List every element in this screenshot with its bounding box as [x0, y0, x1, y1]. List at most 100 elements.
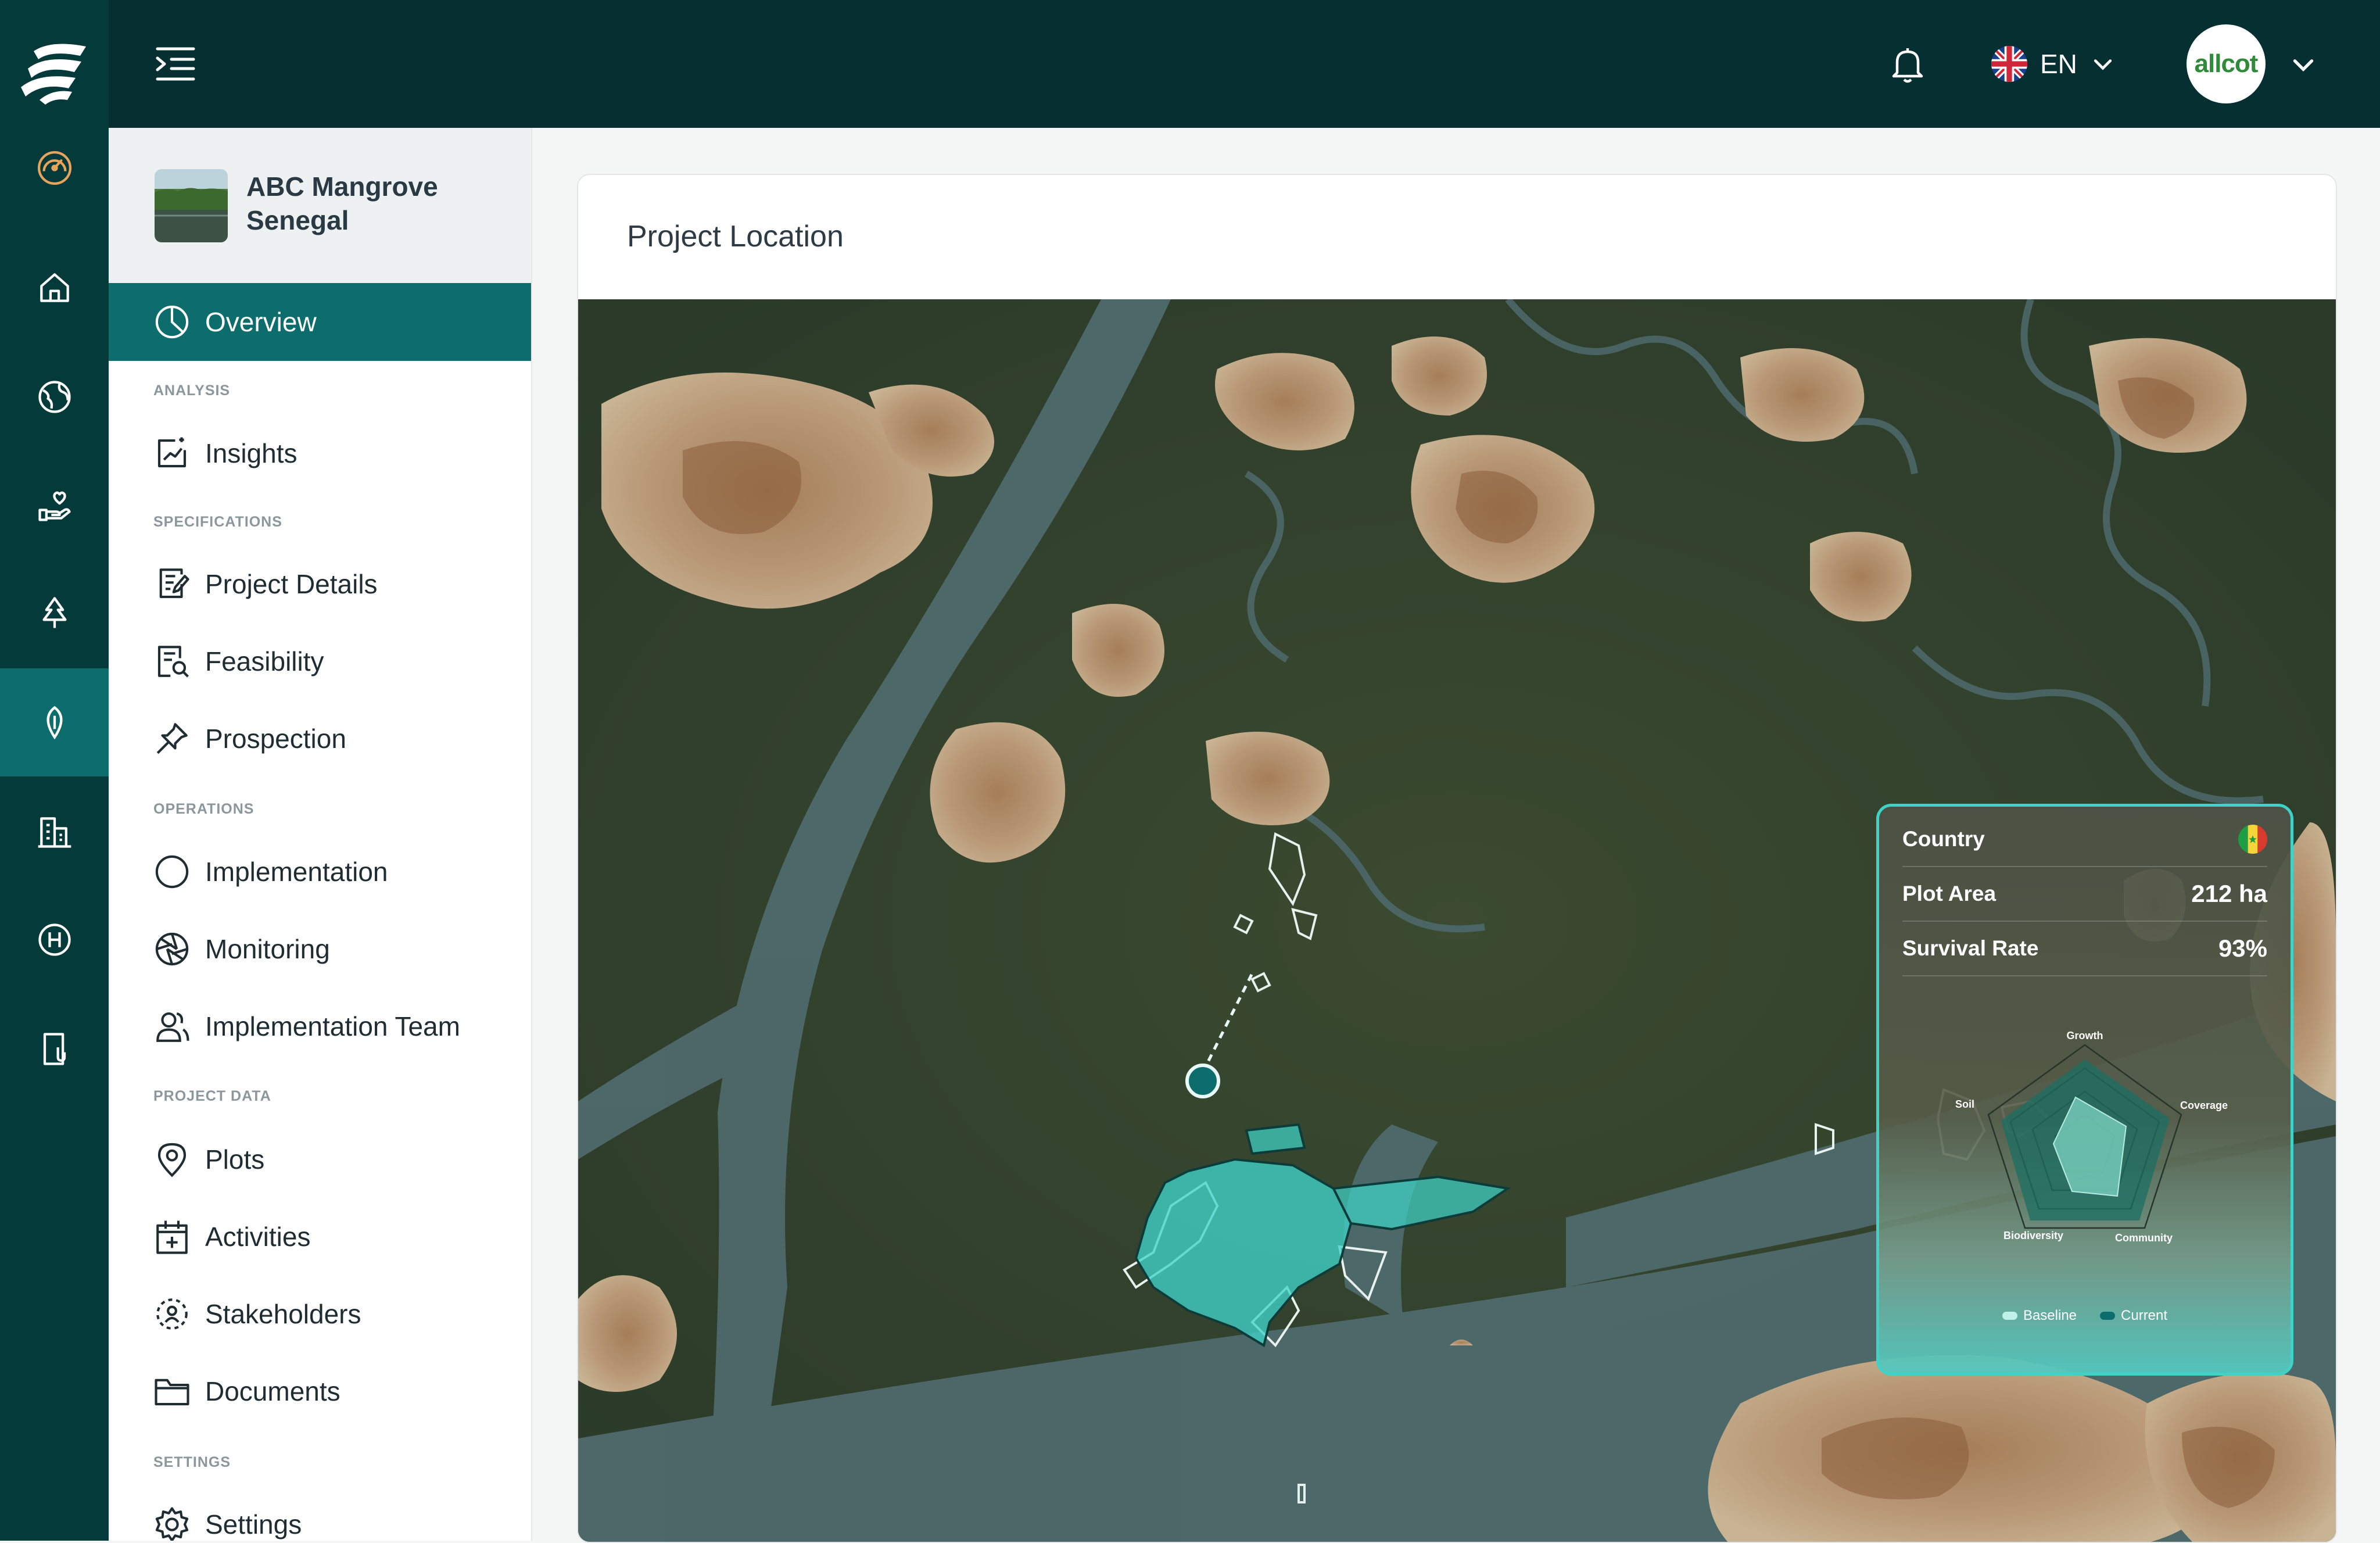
circle-icon	[155, 855, 189, 889]
nav-implementation-label: Implementation	[205, 857, 388, 887]
hand-heart-icon	[38, 491, 71, 521]
gauge-icon	[37, 151, 71, 185]
globe-icon	[38, 381, 71, 413]
menu-toggle-icon[interactable]	[155, 45, 196, 83]
language-label: EN	[2040, 49, 2077, 79]
rail-home[interactable]	[0, 234, 109, 342]
nav-implementation-team[interactable]: Implementation Team	[109, 994, 531, 1058]
brand-logo-icon[interactable]	[16, 40, 93, 106]
radar-legend: Baseline Current	[1879, 1308, 2291, 1324]
nav-activities-label: Activities	[205, 1222, 311, 1252]
popup-survival-rate-row: Survival Rate 93%	[1902, 922, 2267, 976]
building-icon	[38, 817, 71, 848]
rail-hand-heart[interactable]	[0, 451, 109, 559]
hydrogen-icon	[38, 923, 71, 956]
plot-info-popup: Country Plot Area 212 ha Survival Rate 9…	[1876, 804, 2293, 1376]
nav-monitoring[interactable]: Monitoring	[109, 917, 531, 981]
nav-feasibility[interactable]: Feasibility	[109, 629, 531, 693]
rail-dashboard[interactable]	[0, 114, 109, 222]
home-icon	[40, 273, 69, 302]
country-label: Country	[1902, 827, 1985, 851]
plot-area-value: 212 ha	[2191, 880, 2267, 907]
account-logo-text: allcot	[2194, 49, 2259, 78]
radar-axis-community: Community	[2115, 1232, 2173, 1244]
legend-baseline-swatch	[2002, 1312, 2017, 1320]
tree-icon	[42, 597, 67, 628]
nav-feasibility-label: Feasibility	[205, 646, 324, 676]
popup-plot-area-row: Plot Area 212 ha	[1902, 867, 2267, 922]
nav-stakeholders[interactable]: Stakeholders	[109, 1282, 531, 1346]
aperture-icon	[155, 932, 189, 966]
top-bar: EN allcot	[109, 0, 2380, 128]
project-location-card: Project Location Country Plot Area 212 h…	[577, 174, 2337, 1543]
nav-prospection[interactable]: Prospection	[109, 707, 531, 771]
section-analysis: ANALYSIS	[153, 382, 231, 399]
nav-settings-label: Settings	[205, 1509, 302, 1540]
calendar-plus-icon	[156, 1220, 188, 1254]
folder-icon	[155, 1379, 189, 1406]
radar-axis-soil: Soil	[1955, 1098, 1974, 1110]
nav-plots-label: Plots	[205, 1144, 265, 1175]
radar-axis-biodiversity: Biodiversity	[2003, 1230, 2063, 1241]
section-specifications: SPECIFICATIONS	[153, 514, 282, 530]
survival-rate-label: Survival Rate	[1902, 936, 2039, 960]
legend-baseline-label: Baseline	[2023, 1308, 2077, 1323]
radar-axis-coverage: Coverage	[2180, 1100, 2228, 1111]
project-thumbnail	[155, 169, 228, 242]
nav-overview-label: Overview	[205, 307, 317, 337]
project-header: ABC Mangrove Senegal	[109, 128, 531, 283]
gear-icon	[155, 1507, 189, 1541]
plot-marker	[1185, 1064, 1220, 1098]
popup-country-row: Country	[1902, 812, 2267, 867]
senegal-flag-icon	[2238, 825, 2267, 854]
legend-current-label: Current	[2121, 1308, 2168, 1323]
plot-area-label: Plot Area	[1902, 882, 1997, 905]
legend-current: Current	[2100, 1308, 2167, 1324]
users-icon	[156, 1012, 189, 1042]
document-search-icon	[157, 646, 189, 678]
nav-stakeholders-label: Stakeholders	[205, 1299, 361, 1329]
nav-insights[interactable]: Insights	[109, 421, 531, 485]
insights-icon	[157, 437, 187, 468]
rail-building[interactable]	[0, 778, 109, 886]
section-settings: SETTINGS	[153, 1454, 231, 1470]
nav-insights-label: Insights	[205, 438, 298, 468]
chevron-down-icon	[2094, 59, 2112, 70]
stakeholders-icon	[156, 1298, 188, 1330]
device-icon	[43, 1033, 66, 1065]
card-title: Project Location	[627, 220, 844, 253]
project-name: ABC Mangrove Senegal	[246, 171, 438, 235]
nav-monitoring-label: Monitoring	[205, 934, 330, 964]
rail-hydrogen[interactable]	[0, 886, 109, 994]
account-avatar[interactable]: allcot	[2187, 24, 2266, 103]
rail-leaf[interactable]	[0, 668, 109, 776]
nav-implementation-team-label: Implementation Team	[205, 1011, 460, 1041]
pie-chart-icon	[155, 305, 189, 339]
radar-chart: Growth Coverage Community Biodiversity S…	[1955, 1030, 2228, 1244]
nav-project-details[interactable]: Project Details	[109, 552, 531, 616]
pin-icon	[156, 723, 188, 754]
notification-bell-icon[interactable]	[1887, 43, 1929, 85]
radar-axis-growth: Growth	[2067, 1030, 2103, 1041]
nav-overview[interactable]: Overview	[109, 283, 531, 361]
rail-globe[interactable]	[0, 343, 109, 451]
nav-project-details-label: Project Details	[205, 569, 378, 599]
icon-rail	[0, 0, 109, 1541]
nav-prospection-label: Prospection	[205, 724, 346, 754]
nav-documents[interactable]: Documents	[109, 1359, 531, 1423]
project-sidebar: ABC Mangrove Senegal Overview ANALYSIS I…	[109, 128, 532, 1541]
legend-current-swatch	[2100, 1312, 2116, 1320]
nav-settings[interactable]: Settings	[109, 1492, 531, 1541]
language-selector[interactable]: EN	[1991, 41, 2116, 87]
account-chevron-down-icon[interactable]	[2289, 50, 2318, 79]
legend-baseline: Baseline	[2002, 1308, 2077, 1324]
nav-activities[interactable]: Activities	[109, 1205, 531, 1269]
rail-tree[interactable]	[0, 559, 109, 667]
nav-implementation[interactable]: Implementation	[109, 840, 531, 904]
nav-documents-label: Documents	[205, 1376, 340, 1406]
document-edit-icon	[159, 568, 189, 599]
section-project-data: PROJECT DATA	[153, 1088, 271, 1104]
nav-plots[interactable]: Plots	[109, 1127, 531, 1191]
rail-device[interactable]	[0, 995, 109, 1103]
section-operations: OPERATIONS	[153, 801, 255, 817]
